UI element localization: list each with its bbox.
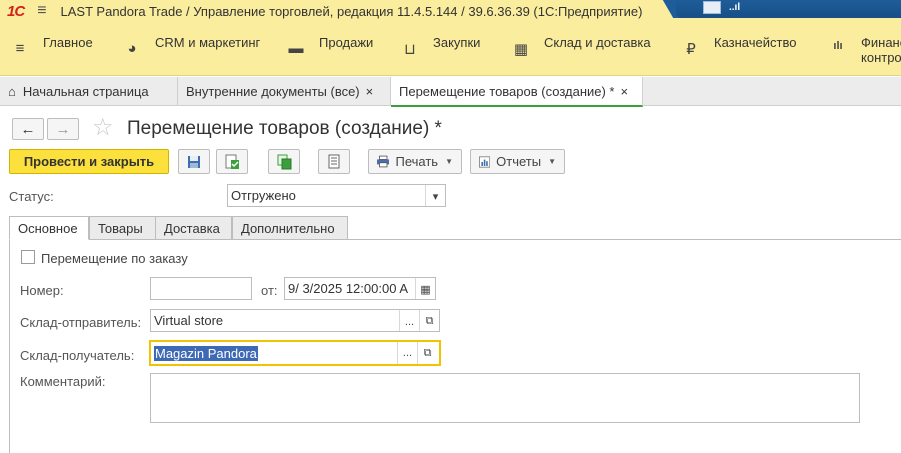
warehouse-icon: ▦	[513, 41, 529, 58]
menu-label: Склад и доставка	[544, 35, 651, 50]
receiver-warehouse-input[interactable]: Magazin Pandora ... ⧉	[149, 340, 441, 366]
number-label: Номер:	[20, 283, 64, 298]
by-order-label: Перемещение по заказу	[41, 251, 188, 266]
menu-item-purchases[interactable]: ⊔ Закупки	[400, 35, 480, 58]
forward-button[interactable]: →	[47, 118, 79, 140]
menu-label: Казначейство	[714, 35, 797, 50]
printer-icon	[377, 155, 390, 168]
reports-menu-button[interactable]: Отчеты ▼	[470, 149, 565, 174]
menu-label-line1: Финансовый	[861, 35, 901, 50]
tab-label: Перемещение товаров (создание) *	[399, 83, 615, 99]
tab-home[interactable]: ⌂ Начальная страница	[0, 77, 178, 106]
menu-item-sales[interactable]: ▬ Продажи	[286, 35, 374, 57]
structure-icon	[277, 154, 291, 169]
sender-label: Склад-отправитель:	[20, 315, 142, 330]
list-icon	[328, 154, 340, 169]
back-button[interactable]: ←	[12, 118, 44, 140]
open-icon[interactable]: ⧉	[417, 342, 437, 364]
form-tabs: Основное Товары Доставка Дополнительно	[9, 216, 901, 240]
main-menu-icon[interactable]: ≡	[37, 2, 46, 20]
number-input[interactable]	[150, 277, 252, 300]
create-based-on-button[interactable]	[268, 149, 300, 174]
window-title: LAST Pandora Trade / Управление торговле…	[60, 3, 643, 19]
menu-label: CRM и маркетинг	[155, 35, 261, 50]
sender-warehouse-input[interactable]: Virtual store ... ⧉	[150, 309, 440, 332]
arrow-left-icon: ←	[20, 120, 36, 138]
print-menu-button[interactable]: Печать ▼	[368, 149, 462, 174]
comment-textarea[interactable]	[150, 373, 860, 423]
tab-internal-documents[interactable]: Внутренние документы (все) ×	[178, 77, 391, 106]
menu-label: Главное	[43, 35, 93, 50]
by-order-checkbox[interactable]	[21, 250, 35, 264]
tab-goods[interactable]: Товары	[89, 216, 163, 240]
menu-item-crm[interactable]: ◕ CRM и маркетинг	[122, 35, 260, 57]
post-document-icon	[225, 154, 239, 169]
menu-item-main[interactable]: ≡ Главное	[10, 35, 93, 57]
receiver-label: Склад-получатель:	[20, 348, 135, 363]
post-and-close-button[interactable]: Провести и закрыть	[9, 149, 169, 174]
home-icon: ⌂	[8, 84, 16, 99]
menu-item-treasury[interactable]: ₽ Казначейство	[681, 35, 796, 58]
menu-label-line2: контроль	[861, 50, 901, 65]
tab-additional[interactable]: Дополнительно	[232, 216, 348, 240]
open-windows-bar: ⌂ Начальная страница Внутренние документ…	[0, 77, 901, 107]
menu-item-warehouse[interactable]: ▦ Склад и доставка	[511, 35, 651, 58]
tab-goods-transfer[interactable]: Перемещение товаров (создание) * ×	[391, 77, 643, 107]
arrow-right-icon: →	[55, 120, 71, 138]
open-icon[interactable]: ⧉	[419, 310, 439, 331]
close-icon[interactable]: ×	[621, 84, 629, 99]
select-button[interactable]: ...	[399, 310, 419, 331]
date-from-label: от:	[261, 283, 278, 298]
window-icon	[703, 1, 721, 14]
close-icon[interactable]: ×	[366, 84, 374, 99]
favorite-star-icon[interactable]: ☆	[92, 113, 114, 142]
menu-label: Продажи	[319, 35, 374, 50]
chevron-down-icon: ▼	[548, 157, 556, 166]
tab-delivery[interactable]: Доставка	[155, 216, 232, 240]
bar-chart-icon: ılı	[833, 40, 843, 52]
status-label: Статус:	[9, 189, 54, 204]
menu-label: Закупки	[433, 35, 481, 50]
menu-item-financial-control[interactable]: ılı Финансовый контроль	[828, 35, 901, 65]
save-icon	[188, 155, 200, 168]
sender-value: Virtual store	[154, 313, 224, 328]
bag-icon: ▬	[288, 40, 304, 57]
status-value: Отгружено	[231, 188, 296, 203]
signal-icon: ..ıl	[729, 2, 741, 13]
tab-label: Начальная страница	[22, 84, 149, 99]
cart-icon: ⊔	[404, 41, 416, 58]
tab-panel-border	[9, 240, 10, 453]
status-select[interactable]: Отгружено ▾	[227, 184, 446, 207]
save-button[interactable]	[178, 149, 210, 174]
report-icon	[479, 155, 491, 168]
page-title: Перемещение товаров (создание) *	[127, 118, 442, 139]
print-label: Печать	[395, 154, 439, 169]
tab-label: Внутренние документы (все)	[186, 84, 360, 99]
journal-button[interactable]	[318, 149, 350, 174]
pie-chart-icon: ◕	[127, 40, 137, 57]
sections-panel: ≡ Главное ◕ CRM и маркетинг ▬ Продажи ⊔ …	[0, 22, 901, 76]
select-button[interactable]: ...	[397, 342, 417, 364]
coin-icon: ₽	[686, 41, 696, 58]
menu-label: Финансовый контроль	[861, 35, 901, 65]
tab-main[interactable]: Основное	[9, 216, 89, 240]
receiver-value: Magazin Pandora	[154, 345, 258, 361]
app-logo: 1С	[7, 2, 25, 20]
hamburger-icon: ≡	[15, 40, 25, 57]
chevron-down-icon: ▼	[445, 157, 453, 166]
date-value: 9/ 3/2025 12:00:00 A	[288, 281, 408, 296]
chevron-down-icon[interactable]: ▾	[425, 185, 445, 206]
reports-label: Отчеты	[496, 154, 542, 169]
date-input[interactable]: 9/ 3/2025 12:00:00 A ▦	[284, 277, 436, 300]
post-button[interactable]	[216, 149, 248, 174]
calendar-icon[interactable]: ▦	[415, 278, 435, 299]
comment-label: Комментарий:	[20, 374, 106, 389]
